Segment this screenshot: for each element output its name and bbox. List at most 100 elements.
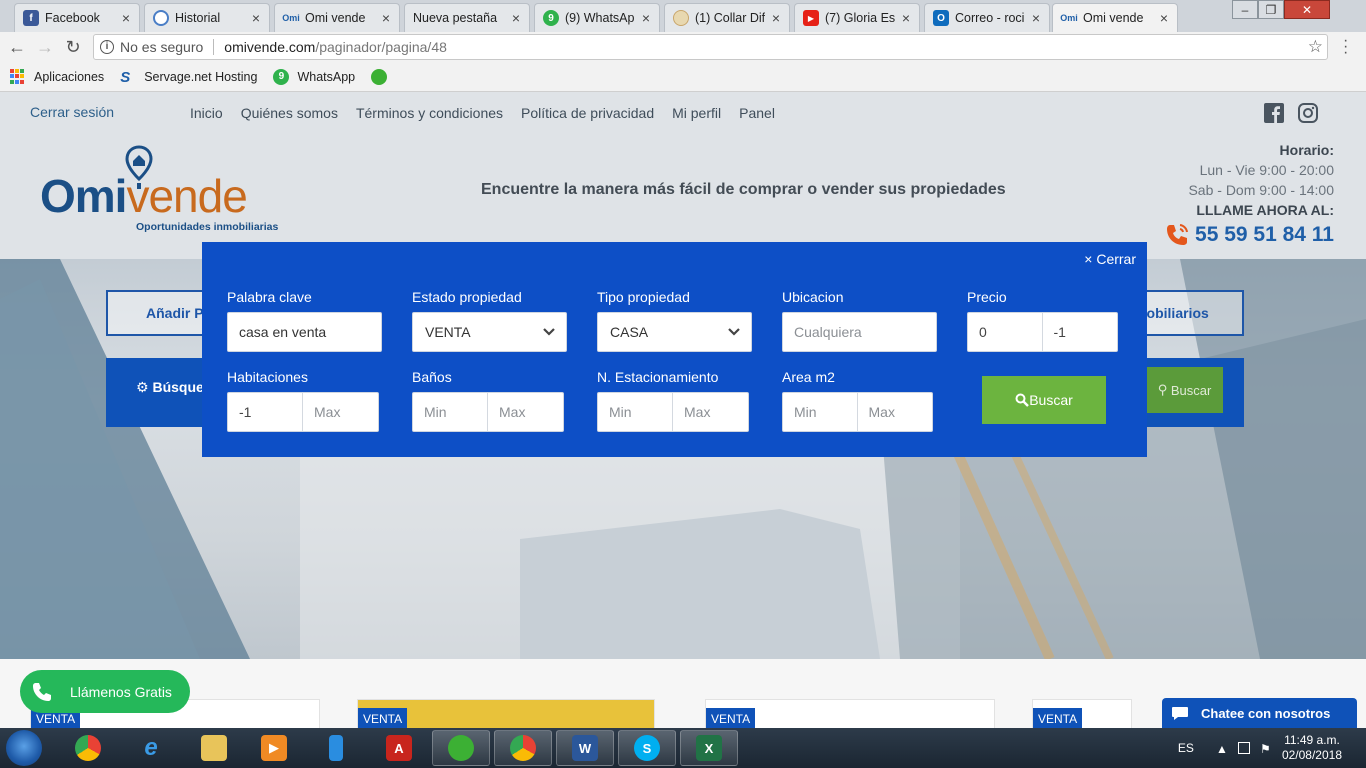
baths-max-input[interactable]: Max [488,393,563,431]
chat-label: Chatee con nosotros [1201,705,1331,721]
property-card[interactable]: VENTA [357,699,655,728]
chat-widget-button[interactable]: Chatee con nosotros [1162,698,1357,728]
chrome-icon [75,735,101,761]
tab-collar[interactable]: (1) Collar Dif × [664,3,790,32]
taskbar-chrome-open[interactable] [494,730,552,766]
close-icon[interactable]: × [769,10,783,26]
taskbar-word[interactable]: W [556,730,614,766]
tab-facebook[interactable]: f Facebook × [14,3,140,32]
close-icon[interactable]: × [1157,10,1171,26]
baths-min-input[interactable]: Min [413,393,488,431]
tab-whatsapp[interactable]: 9 (9) WhatsApp × [534,3,660,32]
search-button-label: Buscar [1029,392,1073,408]
phone-line[interactable]: 55 59 51 84 11 [1163,221,1334,249]
bookmark-wechat[interactable] [371,68,395,85]
close-icon[interactable]: × [379,10,393,26]
phone-number[interactable]: 55 59 51 84 11 [1195,223,1334,247]
address-bar[interactable]: i No es seguro omivende.com /paginador/p… [93,34,1328,60]
close-icon[interactable]: × [249,10,263,26]
taskbar-chrome[interactable] [59,730,117,766]
tab-new[interactable]: Nueva pestaña × [404,3,530,32]
facebook-icon: f [23,10,39,26]
location-input[interactable]: Cualquiera [782,312,937,352]
logout-link[interactable]: Cerrar sesión [30,104,114,120]
tab-label: Historial [175,11,221,25]
forward-button[interactable]: → [34,36,56,58]
facebook-icon[interactable] [1264,103,1284,123]
instagram-icon[interactable] [1298,103,1318,123]
close-icon[interactable]: × [1029,10,1043,26]
keyword-input[interactable]: casa en venta [227,312,382,352]
language-indicator[interactable]: ES [1178,741,1194,755]
area-min-input[interactable]: Min [783,393,858,431]
nav-panel[interactable]: Panel [739,105,775,121]
start-button[interactable] [6,730,42,766]
nav-terminos[interactable]: Términos y condiciones [356,105,503,121]
tab-omivende-active[interactable]: Omi Omi vende × [1052,3,1178,32]
address-row: ← → ↻ i No es seguro omivende.com /pagin… [0,32,1366,62]
price-min-input[interactable]: 0 [968,313,1043,351]
taskbar-ie[interactable]: e [122,730,180,766]
parking-max-input[interactable]: Max [673,393,748,431]
taskbar-skype[interactable]: S [618,730,676,766]
background-search-button[interactable]: ⚲ Buscar [1146,367,1223,413]
tab-omivende[interactable]: Omi Omi vende × [274,3,400,32]
bookmarks-bar: Aplicaciones S Servage.net Hosting 9 Wha… [0,62,1366,92]
clock[interactable]: 11:49 a.m. 02/08/2018 [1282,733,1342,763]
back-button[interactable]: ← [6,36,28,58]
nav-quienes-somos[interactable]: Quiénes somos [241,105,338,121]
price-max-input[interactable]: -1 [1043,313,1118,351]
tab-youtube[interactable]: ▶ (7) Gloria Est × [794,3,920,32]
nav-privacidad[interactable]: Política de privacidad [521,105,654,121]
keyword-label: Palabra clave [227,289,312,305]
restore-button[interactable]: ❐ [1258,0,1284,19]
browser-menu-icon[interactable]: · · · [1343,33,1348,61]
type-select[interactable]: CASA [597,312,752,352]
property-card[interactable]: VENTA [705,699,995,728]
advanced-search-toggle[interactable]: ⚙ Búsque [136,379,204,396]
close-icon[interactable]: × [119,10,133,26]
rooms-max-input[interactable]: Max [303,393,378,431]
parking-min-input[interactable]: Min [598,393,673,431]
search-icon [1015,393,1030,407]
tab-label: (9) WhatsApp [565,11,635,25]
minimize-button[interactable]: – [1232,0,1258,19]
tray-arrow-icon[interactable]: ▲ [1216,742,1228,756]
tab-historial[interactable]: Historial × [144,3,270,32]
site-logo[interactable]: Omivende Oportunidades inmobiliarias [40,143,300,235]
tab-label: Omi vende [305,11,366,25]
bookmark-star-icon[interactable]: ☆ [1308,37,1323,57]
network-icon[interactable] [1237,742,1250,754]
close-modal-button[interactable]: × Cerrar [1084,251,1136,267]
chevron-down-icon [728,328,740,336]
taskbar-pdf[interactable]: A [370,730,428,766]
outlook-icon: O [933,10,949,26]
taskbar-wechat[interactable] [432,730,490,766]
property-card[interactable]: VENTA [1032,699,1132,728]
reload-button[interactable]: ↻ [62,36,84,58]
area-max-input[interactable]: Max [858,393,933,431]
rooms-min-input[interactable]: -1 [228,393,303,431]
flag-icon[interactable]: ⚑ [1260,742,1272,756]
bookmark-whatsapp[interactable]: 9 WhatsApp [273,68,355,85]
logo-omi: Omi [40,170,127,222]
tab-outlook[interactable]: O Correo - roci × [924,3,1050,32]
nav-mi-perfil[interactable]: Mi perfil [672,105,721,121]
bookmark-apps[interactable]: Aplicaciones [10,68,104,85]
taskbar-pen[interactable] [307,730,365,766]
taskbar-media[interactable]: ▶ [245,730,303,766]
status-select[interactable]: VENTA [412,312,567,352]
info-icon[interactable]: i [100,40,114,54]
taskbar-excel[interactable]: X [680,730,738,766]
taskbar-explorer[interactable] [185,730,243,766]
security-label: No es seguro [120,39,204,55]
call-free-button[interactable]: Llámenos Gratis [20,670,190,713]
close-icon[interactable]: × [509,10,523,26]
search-button[interactable]: Buscar [982,376,1106,424]
close-window-button[interactable]: ✕ [1284,0,1330,19]
close-icon[interactable]: × [899,10,913,26]
nav-inicio[interactable]: Inicio [190,105,223,121]
divider [213,39,215,55]
close-icon[interactable]: × [639,10,653,26]
bookmark-servage[interactable]: S Servage.net Hosting [120,69,257,86]
